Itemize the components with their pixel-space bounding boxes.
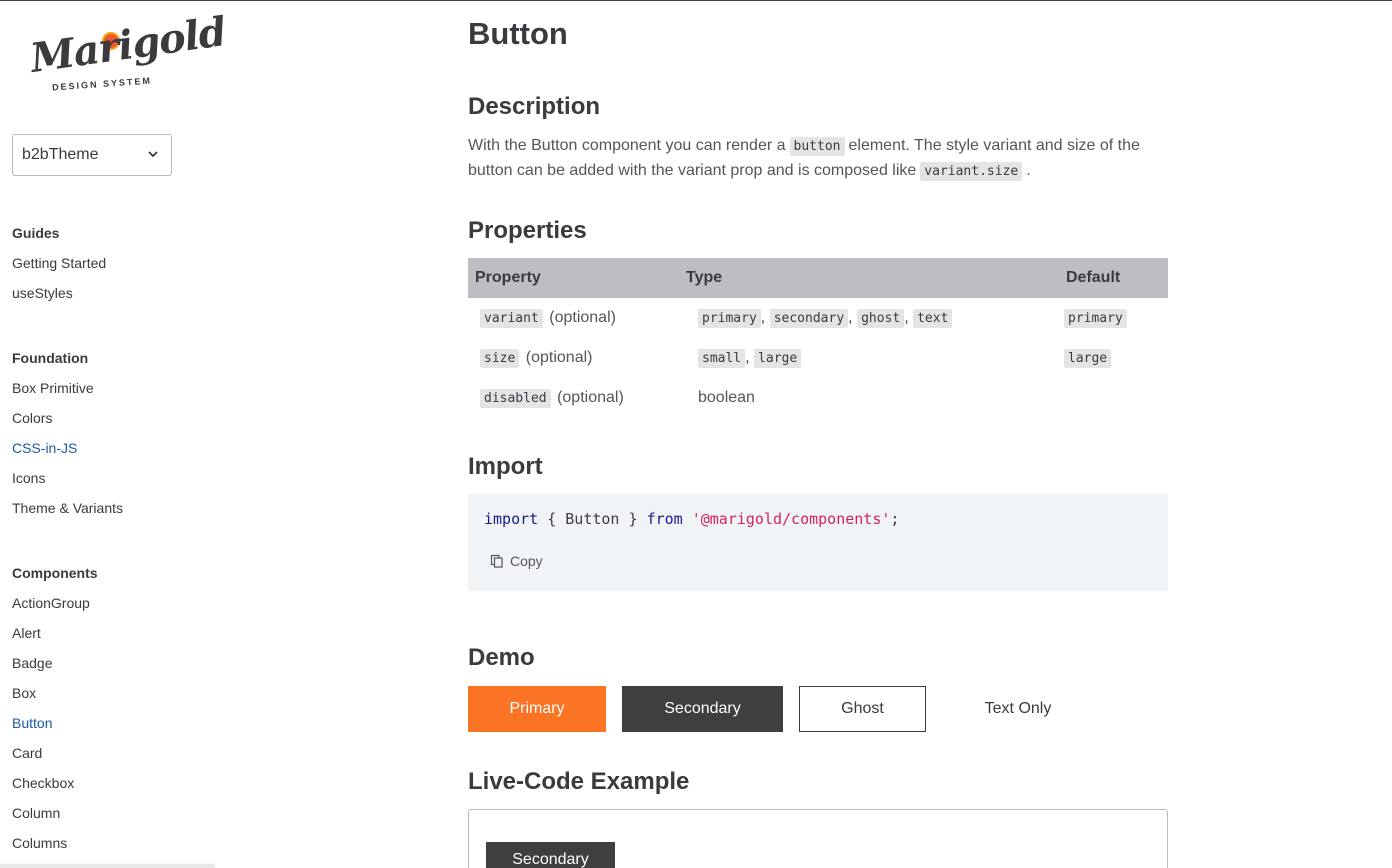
import-heading: Import	[468, 453, 543, 480]
property-code: disabled	[480, 389, 551, 408]
property-code: variant	[480, 309, 543, 328]
sidebar-item-css-in-js[interactable]: CSS-in-JS	[12, 433, 212, 463]
copy-label: Copy	[510, 553, 543, 569]
table-header-default: Default	[1059, 258, 1168, 298]
import-code[interactable]: import { Button } from '@marigold/compon…	[484, 510, 899, 528]
nav-group-components: Components ActionGroup Alert Badge Box B…	[12, 558, 212, 858]
nav-title-foundation: Foundation	[12, 350, 89, 366]
property-code: size	[480, 349, 520, 368]
sidebar-item-button[interactable]: Button	[12, 708, 212, 738]
import-module-string: '@marigold/components'	[691, 510, 891, 528]
demo-buttons: Primary Secondary Ghost Text Only	[468, 686, 1168, 733]
table-header-type: Type	[679, 258, 1059, 298]
type-code: secondary	[769, 309, 849, 328]
page-title: Button	[468, 16, 568, 51]
table-cell-property: size (optional)	[468, 338, 679, 378]
text-only-button[interactable]: Text Only	[942, 686, 1094, 732]
type-code: primary	[698, 309, 761, 328]
logo-script: Marigold	[27, 8, 229, 82]
sidebar-item-badge[interactable]: Badge	[12, 648, 212, 678]
nav-title-guides: Guides	[12, 225, 60, 241]
chevron-down-icon	[148, 151, 158, 158]
theme-select[interactable]: b2bTheme	[12, 134, 172, 176]
table-cell-property: disabled (optional)	[468, 378, 679, 418]
optional-label: (optional)	[557, 389, 624, 406]
ghost-button[interactable]: Ghost	[799, 686, 926, 732]
nav-group-guides: Guides Getting Started useStyles	[12, 218, 212, 308]
import-semicolon: ;	[890, 510, 900, 528]
sidebar-item-icons[interactable]: Icons	[12, 463, 212, 493]
copy-icon	[490, 554, 503, 568]
import-code-block: import { Button } from '@marigold/compon…	[468, 494, 1168, 591]
description-heading: Description	[468, 93, 601, 120]
demo-heading: Demo	[468, 644, 535, 671]
sidebar-item-column[interactable]: Column	[12, 798, 212, 828]
table-header-row: Property Type Default	[468, 258, 1168, 298]
keyword-from: from	[646, 510, 683, 528]
sidebar-item-usestyles[interactable]: useStyles	[12, 278, 212, 308]
type-code: text	[913, 309, 953, 328]
secondary-button[interactable]: Secondary	[622, 686, 783, 732]
properties-table: Property Type Default variant (optional)…	[468, 258, 1168, 418]
table-cell-default	[1059, 378, 1168, 418]
table-cell-property: variant (optional)	[468, 298, 679, 338]
table-row: size (optional) small, large large	[468, 338, 1168, 378]
sidebar-item-box-primitive[interactable]: Box Primitive	[12, 373, 212, 403]
nav-group-foundation: Foundation Box Primitive Colors CSS-in-J…	[12, 343, 212, 523]
sidebar: Marigold DESIGN SYSTEM b2bTheme Guides G…	[0, 1, 228, 868]
primary-button[interactable]: Primary	[468, 686, 606, 732]
default-code: large	[1064, 349, 1112, 368]
import-braces: { Button }	[538, 510, 647, 528]
live-secondary-button[interactable]: Secondary	[486, 842, 615, 868]
sidebar-item-alert[interactable]: Alert	[12, 618, 212, 648]
code-variant-size: variant.size	[920, 162, 1023, 181]
table-cell-default: large	[1059, 338, 1168, 378]
description-part3: .	[1026, 162, 1031, 179]
table-header-property: Property	[468, 258, 679, 298]
sidebar-item-card[interactable]: Card	[12, 738, 212, 768]
marigold-logo[interactable]: Marigold DESIGN SYSTEM	[27, 8, 228, 97]
sidebar-item-checkbox[interactable]: Checkbox	[12, 768, 212, 798]
copy-button[interactable]: Copy	[490, 550, 543, 572]
optional-label: (optional)	[549, 309, 616, 326]
nav-title-components: Components	[12, 565, 98, 581]
optional-label: (optional)	[525, 349, 593, 366]
live-code-heading: Live-Code Example	[468, 768, 690, 795]
sidebar-item-theme-variants[interactable]: Theme & Variants	[12, 493, 212, 523]
type-code: small	[698, 349, 746, 368]
table-cell-default: primary	[1059, 298, 1168, 338]
type-code: ghost	[857, 309, 905, 328]
code-button: button	[789, 137, 845, 156]
sidebar-item-colors[interactable]: Colors	[12, 403, 212, 433]
table-row: variant (optional) primary, secondary, g…	[468, 298, 1168, 338]
theme-select-value: b2bTheme	[22, 146, 99, 163]
sidebar-item-actiongroup[interactable]: ActionGroup	[12, 588, 212, 618]
sidebar-item-getting-started[interactable]: Getting Started	[12, 248, 212, 278]
table-cell-type: boolean	[698, 389, 755, 406]
sidebar-item-box[interactable]: Box	[12, 678, 212, 708]
live-code-preview: Secondary	[468, 809, 1168, 868]
description-part1: With the Button component you can render…	[468, 137, 786, 154]
sidebar-item-columns[interactable]: Columns	[12, 828, 212, 858]
table-row: disabled (optional) boolean	[468, 378, 1168, 418]
table-cell-type: primary, secondary, ghost, text	[679, 298, 1059, 338]
keyword-import: import	[484, 510, 539, 528]
description-text: With the Button component you can render…	[468, 134, 1168, 184]
default-code: primary	[1064, 309, 1127, 328]
properties-heading: Properties	[468, 217, 587, 244]
table-cell-type: small, large	[679, 338, 1059, 378]
type-code: large	[754, 349, 802, 368]
logo-subtitle: DESIGN SYSTEM	[51, 75, 153, 93]
